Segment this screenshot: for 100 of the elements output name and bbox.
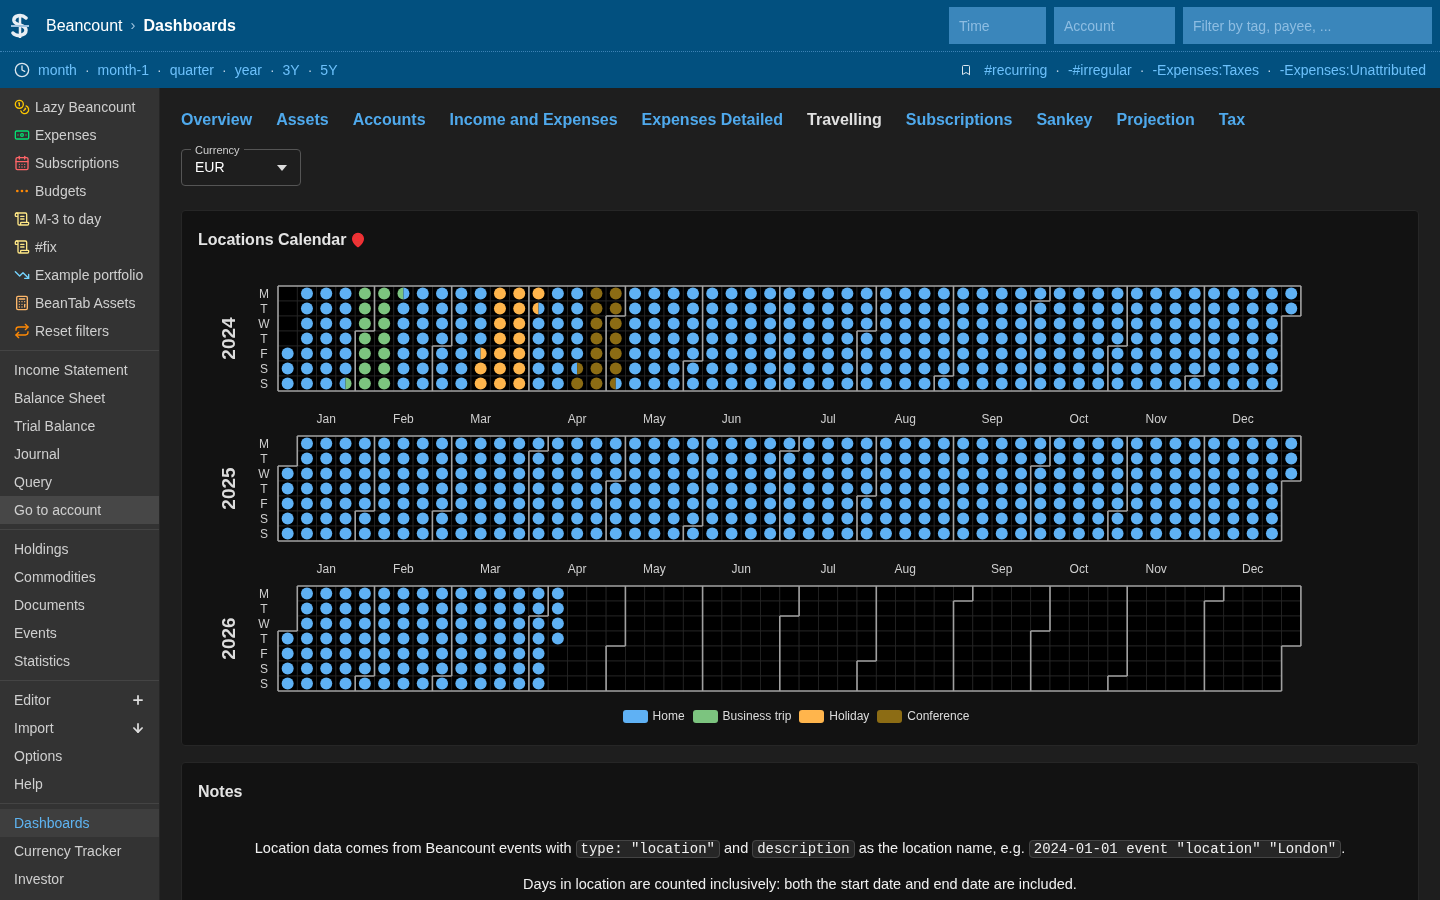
month-label: Jul — [820, 562, 836, 576]
weekday-label: T — [260, 331, 268, 346]
dashboard-tab[interactable]: Travelling — [807, 108, 882, 132]
scroll-icon — [14, 211, 30, 227]
weekday-label: T — [260, 481, 268, 496]
month-label: Mar — [479, 562, 501, 576]
sidebar-item[interactable]: Balance Sheet — [0, 384, 159, 412]
filter-field[interactable]: Filter by tag, payee, ... — [1183, 7, 1432, 44]
month-label: Mar — [470, 412, 491, 426]
repeat-icon — [14, 323, 30, 339]
calculator-icon — [14, 295, 30, 311]
weekday-label: T — [260, 631, 268, 646]
weekday-label: S — [260, 661, 268, 676]
sidebar-item[interactable]: Holdings — [0, 535, 159, 563]
sidebar-item[interactable]: Commodities — [0, 563, 159, 591]
filter-field[interactable]: Account — [1054, 7, 1175, 44]
dashboard-tab[interactable]: Overview — [181, 108, 253, 132]
plus-icon[interactable] — [131, 693, 145, 707]
sidebar-item[interactable]: Documents — [0, 591, 159, 619]
sidebar-item[interactable]: Subscriptions — [0, 149, 159, 177]
separator-dot: · — [155, 60, 163, 80]
filter-link[interactable]: -Expenses:Unattributed — [1279, 59, 1426, 81]
sidebar-item[interactable]: Reset filters — [0, 317, 159, 345]
sidebar-item[interactable]: Income Statement — [0, 356, 159, 384]
weekday-label: M — [259, 286, 269, 301]
dashboard-tab[interactable]: Assets — [276, 108, 329, 132]
legend-label: Business trip — [722, 708, 792, 725]
month-label: Jun — [731, 562, 751, 576]
month-label: Dec — [1232, 412, 1254, 426]
legend-swatch[interactable] — [692, 709, 718, 723]
dashboard-tab[interactable]: Income and Expenses — [449, 108, 618, 132]
download-icon[interactable] — [131, 721, 145, 735]
dashboard-tab[interactable]: Tax — [1218, 108, 1246, 132]
sidebar-item[interactable]: Expenses — [0, 121, 159, 149]
sidebar-item[interactable]: Help — [0, 770, 159, 798]
month-label: Sep — [981, 412, 1003, 426]
sidebar-item[interactable]: Trial Balance — [0, 412, 159, 440]
sidebar-item[interactable]: Example portfolio — [0, 261, 159, 289]
weekday-label: M — [259, 586, 269, 601]
separator-dot: · — [1266, 60, 1273, 80]
time-link[interactable]: month — [38, 59, 77, 81]
month-label: Apr — [567, 412, 587, 426]
time-link[interactable]: month-1 — [97, 59, 149, 81]
sidebar-item[interactable]: Options — [0, 742, 159, 770]
dashboard-tab[interactable]: Accounts — [352, 108, 426, 132]
dashboard-tab[interactable]: Projection — [1116, 108, 1195, 132]
weekday-label: T — [260, 601, 268, 616]
sidebar-item[interactable]: Dashboards — [0, 809, 159, 837]
sidebar-item[interactable]: Investor — [0, 865, 159, 893]
sidebar-item[interactable]: #fix — [0, 233, 159, 261]
separator-dot: · — [221, 60, 228, 80]
filter-link[interactable]: #recurring — [984, 59, 1048, 81]
filter-link[interactable]: -Expenses:Taxes — [1152, 59, 1259, 81]
dashboard-tab[interactable]: Subscriptions — [905, 108, 1013, 132]
legend-label: Home — [652, 708, 685, 725]
sidebar-item[interactable]: Import — [0, 714, 159, 742]
legend-swatch[interactable] — [877, 709, 903, 723]
month-label: Aug — [894, 562, 916, 576]
sidebar-item[interactable]: BeanTab Assets — [0, 289, 159, 317]
weekday-label: M — [259, 436, 269, 451]
banknote-icon — [14, 127, 30, 143]
filter-link[interactable]: -#irregular — [1067, 59, 1132, 81]
note-paragraph: Days in location are counted inclusively: both the start date and end date are included. — [523, 875, 1077, 894]
month-label: Dec — [1242, 562, 1264, 576]
year-label: 2024 — [217, 317, 239, 360]
time-link[interactable]: 5Y — [320, 59, 338, 81]
sidebar-item[interactable]: Lazy Beancount — [0, 93, 159, 121]
month-label: May — [643, 412, 666, 426]
brand-link[interactable]: Beancount — [46, 13, 123, 38]
legend-swatch[interactable] — [799, 709, 825, 723]
month-label: Jun — [721, 412, 742, 426]
weekday-label: S — [260, 361, 268, 376]
sidebar-item[interactable]: Editor — [0, 686, 159, 714]
time-link[interactable]: 3Y — [282, 59, 300, 81]
weekday-label: T — [260, 451, 268, 466]
sidebar-item[interactable]: Journal — [0, 440, 159, 468]
sidebar-item[interactable]: Budgets — [0, 177, 159, 205]
breadcrumb-separator: › — [130, 15, 136, 36]
dashboard-tab[interactable]: Sankey — [1036, 108, 1093, 132]
sidebar-item[interactable]: Query — [0, 468, 159, 496]
time-link[interactable]: quarter — [169, 59, 214, 81]
pin-icon — [350, 232, 367, 248]
separator-dot: · — [83, 60, 91, 80]
legend-swatch[interactable] — [622, 709, 648, 723]
dashboard-tab[interactable]: Expenses Detailed — [641, 108, 783, 132]
time-link[interactable]: year — [234, 59, 262, 81]
month-label: Oct — [1069, 562, 1089, 576]
year-label: 2026 — [217, 617, 239, 660]
month-label: Jul — [820, 412, 836, 426]
sidebar-item[interactable]: Go to account — [0, 496, 159, 524]
sidebar-item[interactable]: Currency Tracker — [0, 837, 159, 865]
sidebar-item[interactable]: M-3 to day — [0, 205, 159, 233]
card-title: Notes — [198, 782, 244, 802]
weekday-label: F — [260, 496, 268, 511]
weekday-label: W — [258, 466, 270, 481]
month-label: Jan — [316, 562, 336, 576]
sidebar-item[interactable]: Events — [0, 619, 159, 647]
sidebar-item[interactable]: Statistics — [0, 647, 159, 675]
filter-field[interactable]: Time — [949, 7, 1046, 44]
clock-icon — [14, 62, 30, 78]
